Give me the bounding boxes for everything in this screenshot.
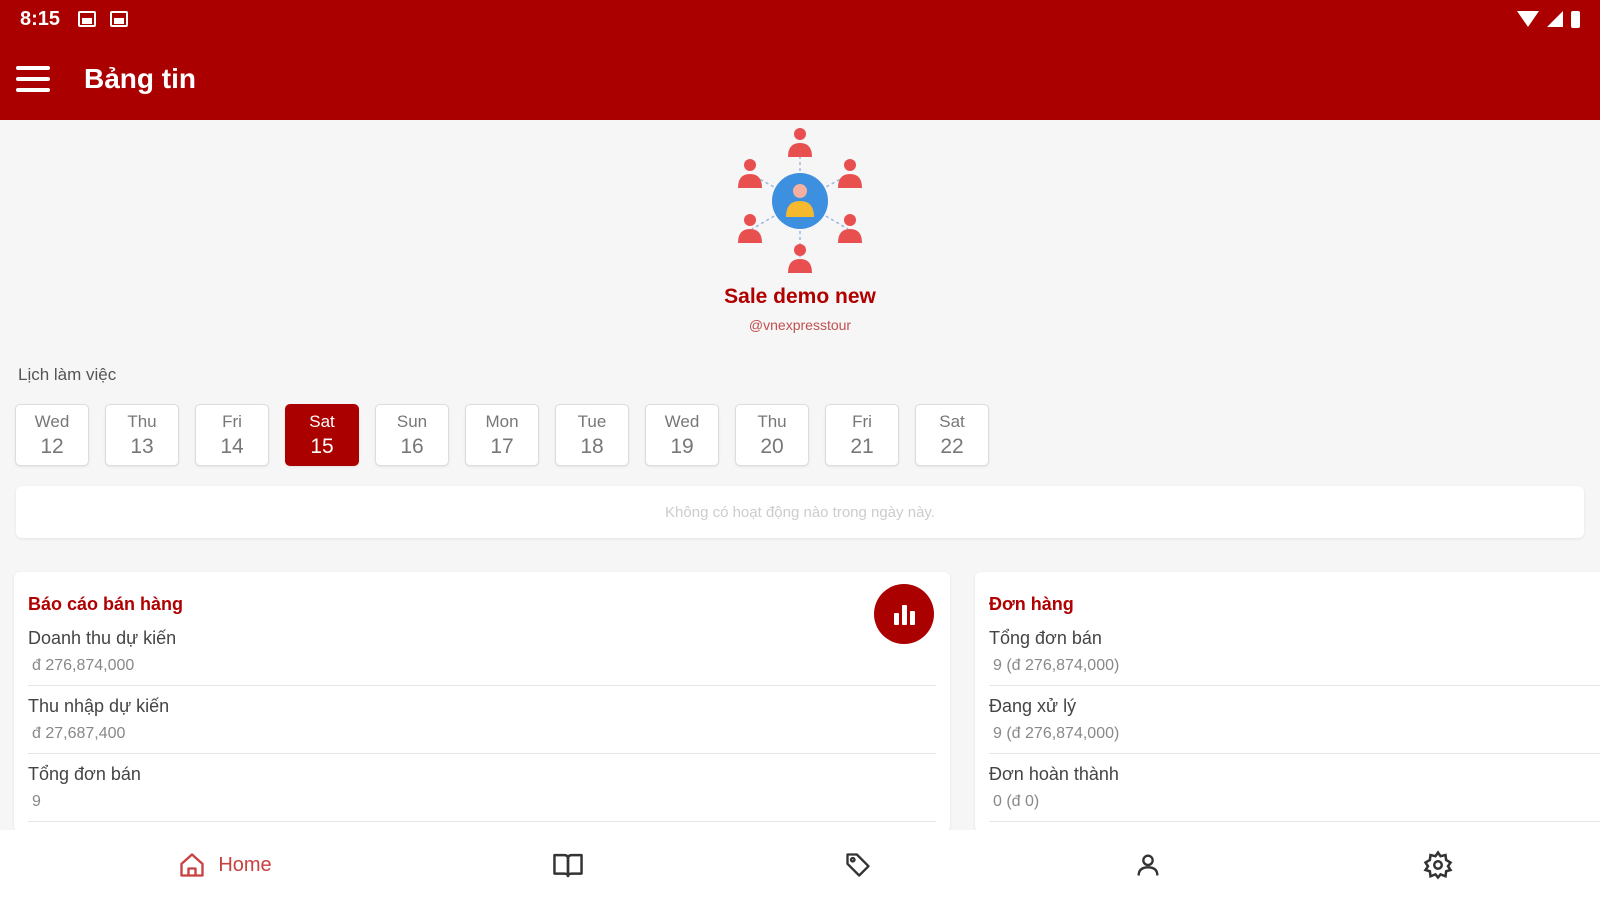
- day-item[interactable]: Tue 18: [555, 404, 629, 466]
- day-number: 19: [670, 434, 694, 458]
- bottom-nav: Home: [0, 830, 1600, 900]
- day-item[interactable]: Sat 22: [915, 404, 989, 466]
- day-name: Sat: [939, 411, 965, 431]
- stat-label: Doanh thu dự kiến: [28, 628, 177, 648]
- book-open-icon: [553, 853, 583, 878]
- day-item-selected[interactable]: Sat 15: [285, 404, 359, 466]
- home-icon: [180, 853, 204, 877]
- stat-label: Tổng đơn bán: [989, 628, 1102, 648]
- gear-icon: [1423, 850, 1453, 880]
- orders-card: Đơn hàng Tổng đơn bán 9 (đ 276,874,000) …: [975, 572, 1600, 832]
- stat-label: Đang xử lý: [989, 696, 1077, 716]
- day-name: Sun: [396, 411, 428, 431]
- bar-chart-icon: [893, 613, 899, 625]
- day-item[interactable]: Wed 12: [15, 404, 89, 466]
- day-number: 17: [490, 434, 514, 458]
- day-name: Sat: [309, 411, 335, 431]
- stat-row: Doanh thu dự kiến đ 276,874,000: [28, 618, 936, 686]
- orders-title: Đơn hàng: [989, 594, 1074, 614]
- day-item[interactable]: Thu 13: [105, 404, 179, 466]
- day-name: Thu: [757, 411, 787, 431]
- profile-name: Sale demo new: [724, 285, 876, 308]
- stat-row: Thu nhập dự kiến đ 27,687,400: [28, 686, 936, 754]
- profile: Sale demo new @vnexpresstour: [700, 125, 900, 333]
- stat-row: Đang xử lý 9 (đ 276,874,000): [989, 686, 1600, 754]
- nav-home[interactable]: Home: [160, 830, 290, 900]
- status-time: 8:15: [20, 7, 61, 30]
- day-number: 12: [40, 434, 64, 458]
- stat-label: Tổng đơn bán: [28, 764, 141, 784]
- app-bar: Bảng tin: [0, 38, 1600, 120]
- day-name: Fri: [852, 411, 872, 431]
- day-name: Fri: [222, 411, 242, 431]
- sales-report-title: Báo cáo bán hàng: [28, 594, 184, 614]
- stat-value: đ 27,687,400: [32, 725, 126, 742]
- day-item[interactable]: Sun 16: [375, 404, 449, 466]
- stat-value: 0 (đ 0): [993, 793, 1040, 810]
- day-number: 13: [130, 434, 154, 458]
- stat-label: Đơn hoàn thành: [989, 764, 1119, 784]
- day-number: 18: [580, 434, 604, 458]
- day-item[interactable]: Fri 14: [195, 404, 269, 466]
- day-name: Tue: [577, 411, 607, 431]
- nav-home-label: Home: [218, 853, 272, 876]
- menu-icon[interactable]: [16, 66, 50, 92]
- team-network-icon: [738, 128, 862, 273]
- status-icons: [1517, 10, 1580, 28]
- stat-row: Tổng đơn bán 9: [28, 754, 936, 822]
- chart-button[interactable]: [874, 584, 934, 644]
- stat-value: đ 276,874,000: [32, 657, 135, 674]
- user-icon: [1137, 854, 1159, 876]
- nav-catalog[interactable]: [528, 830, 608, 900]
- day-number: 14: [220, 434, 244, 458]
- day-item[interactable]: Fri 21: [825, 404, 899, 466]
- day-name: Thu: [127, 411, 157, 431]
- day-item[interactable]: Thu 20: [735, 404, 809, 466]
- day-name: Wed: [664, 411, 700, 431]
- day-number: 15: [310, 434, 334, 458]
- day-item[interactable]: Mon 17: [465, 404, 539, 466]
- day-item[interactable]: Wed 19: [645, 404, 719, 466]
- app-notification-icon: [110, 11, 129, 27]
- activity-empty-state: Không có hoạt động nào trong ngày này.: [16, 486, 1584, 538]
- profile-handle: @vnexpresstour: [748, 317, 852, 333]
- stat-label: Thu nhập dự kiến: [28, 696, 170, 716]
- day-number: 16: [400, 434, 424, 458]
- stat-value: 9 (đ 276,874,000): [993, 657, 1120, 674]
- battery-icon: [1571, 10, 1580, 28]
- schedule-label: Lịch làm việc: [18, 365, 117, 384]
- day-selector: Wed 12 Thu 13 Fri 14 Sat 15 Sun 16 Mon 17 Tue 1…: [15, 404, 1005, 466]
- signal-icon: [1547, 11, 1563, 27]
- day-number: 20: [760, 434, 784, 458]
- wifi-icon: [1517, 11, 1539, 27]
- day-name: Wed: [34, 411, 70, 431]
- image-notification-icon: [78, 11, 97, 27]
- day-number: 21: [850, 434, 874, 458]
- nav-tags[interactable]: [818, 830, 898, 900]
- stat-value: 9 (đ 276,874,000): [993, 725, 1120, 742]
- day-number: 22: [940, 434, 964, 458]
- nav-settings[interactable]: [1398, 830, 1478, 900]
- nav-account[interactable]: [1108, 830, 1188, 900]
- sales-report-card: Báo cáo bán hàng Doanh thu dự kiến đ 276…: [14, 572, 950, 832]
- tag-icon: [846, 853, 870, 877]
- stat-row: Đơn hoàn thành 0 (đ 0): [989, 754, 1600, 822]
- day-name: Mon: [485, 411, 519, 431]
- stat-row: Tổng đơn bán 9 (đ 276,874,000): [989, 618, 1600, 686]
- stat-value: 9: [32, 793, 41, 810]
- status-bar: 8:15: [0, 0, 1600, 38]
- page-title: Bảng tin: [84, 63, 196, 94]
